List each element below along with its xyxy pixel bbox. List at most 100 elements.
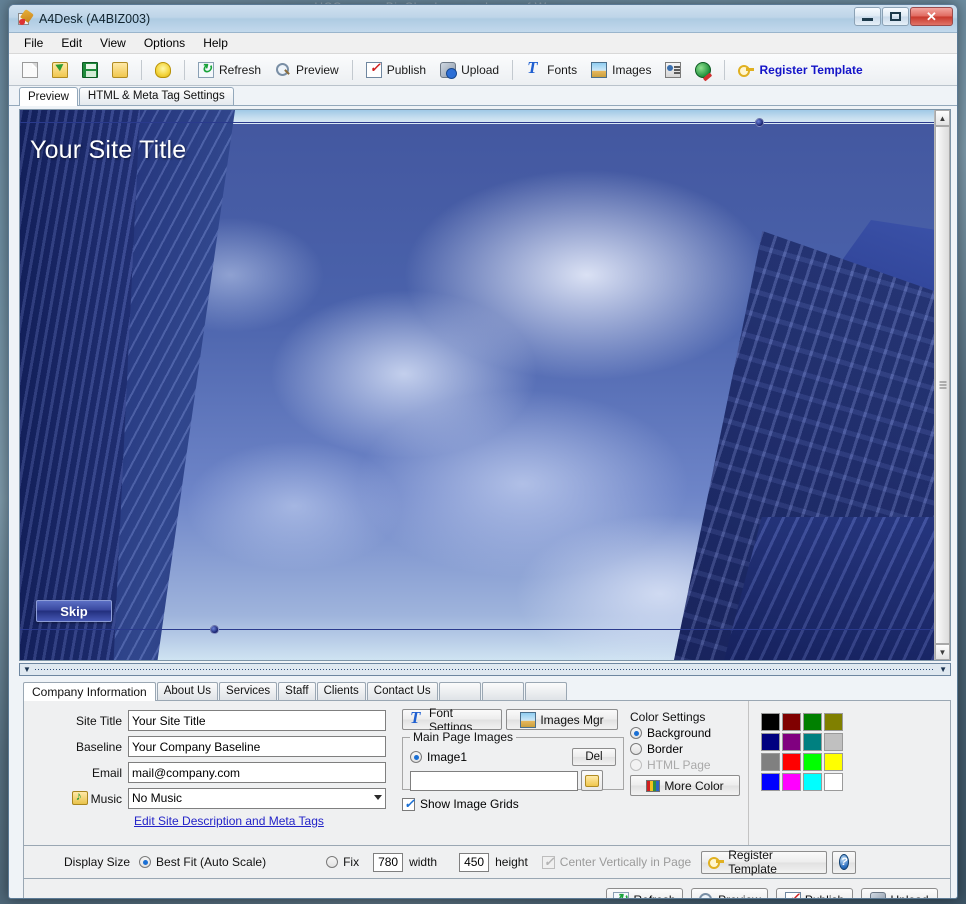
help-button[interactable]: ? <box>832 850 857 874</box>
swatch-yellow[interactable] <box>824 753 843 771</box>
section-tab-company-information[interactable]: Company Information <box>23 682 156 701</box>
scroll-down-button[interactable]: ▼ <box>935 644 950 660</box>
section-tab-empty-2[interactable] <box>481 682 524 700</box>
toolbar-register-template-button[interactable]: Register Template <box>731 57 869 83</box>
preview-canvas[interactable]: Your Site Title Skip <box>20 110 934 660</box>
swatch-maroon[interactable] <box>782 713 801 731</box>
toolbar-refresh-button[interactable]: Refresh <box>191 57 268 83</box>
maximize-button[interactable] <box>882 7 909 26</box>
tab-preview[interactable]: Preview <box>19 87 78 106</box>
swatch-black[interactable] <box>761 713 780 731</box>
splitter-collapse-left-icon[interactable]: ▼ <box>23 665 31 674</box>
toolbar-upload-label: Upload <box>461 62 500 77</box>
toolbar-upload-button[interactable]: Upload <box>433 57 506 83</box>
image1-radio[interactable] <box>410 751 422 763</box>
menu-view[interactable]: View <box>91 34 135 52</box>
panel-register-template-button[interactable]: Register Template <box>701 848 828 876</box>
open-file-button[interactable] <box>45 57 75 83</box>
publish-button[interactable]: Publish <box>776 887 853 898</box>
tab-html-meta-settings[interactable]: HTML & Meta Tag Settings <box>78 87 234 105</box>
music-row: Music No Music <box>24 788 396 809</box>
toolbar-preview-button[interactable]: Preview <box>268 57 346 83</box>
section-tab-staff[interactable]: Staff <box>278 682 316 700</box>
save-button[interactable] <box>75 57 105 83</box>
scroll-thumb[interactable] <box>935 126 950 644</box>
preview-vertical-scrollbar[interactable]: ▲ ▼ <box>934 110 950 660</box>
preview-icon-bottom <box>698 892 714 898</box>
grid-handle-top[interactable] <box>755 118 764 127</box>
section-tab-contact-us[interactable]: Contact Us <box>366 682 438 700</box>
toolbar-globe-button[interactable] <box>688 57 718 83</box>
tips-button[interactable] <box>148 57 178 83</box>
color-option-background[interactable]: Background <box>630 726 742 740</box>
width-input[interactable] <box>373 852 404 872</box>
toolbar-separator-4 <box>512 59 514 80</box>
center-vertically-checkbox <box>541 854 555 870</box>
menu-options[interactable]: Options <box>135 34 194 52</box>
minimize-button[interactable] <box>854 7 881 26</box>
upload-button[interactable]: Upload <box>861 887 938 898</box>
section-tab-services[interactable]: Services <box>219 682 278 700</box>
color-option-border[interactable]: Border <box>630 742 742 756</box>
menu-help[interactable]: Help <box>194 34 237 52</box>
email-input[interactable] <box>128 762 386 783</box>
refresh-button[interactable]: Refresh <box>606 887 683 898</box>
menu-edit[interactable]: Edit <box>52 34 91 52</box>
scroll-up-button[interactable]: ▲ <box>935 110 950 126</box>
show-image-grids-checkbox[interactable] <box>402 796 415 812</box>
toolbar-fonts-button[interactable]: Fonts <box>519 57 584 83</box>
swatch-white[interactable] <box>824 773 843 791</box>
images-mgr-button[interactable]: Images Mgr <box>506 709 618 730</box>
fix-radio[interactable] <box>326 856 339 868</box>
section-tab-about-us[interactable]: About Us <box>156 682 219 700</box>
section-tab-empty-1[interactable] <box>438 682 481 700</box>
skip-button[interactable]: Skip <box>36 600 112 622</box>
browse-image-button[interactable] <box>581 770 603 791</box>
section-tab-clients[interactable]: Clients <box>316 682 366 700</box>
color-swatch-pane <box>748 701 950 845</box>
delete-image-button[interactable]: Del <box>572 748 616 766</box>
swatch-gray[interactable] <box>761 753 780 771</box>
close-button[interactable]: ✕ <box>910 7 953 26</box>
toolbar-publish-button[interactable]: Publish <box>359 57 433 83</box>
swatch-silver[interactable] <box>824 733 843 751</box>
edit-meta-tags-link[interactable]: Edit Site Description and Meta Tags <box>134 814 324 828</box>
border-radio[interactable] <box>630 743 642 755</box>
maximize-icon <box>890 12 901 21</box>
preview-button[interactable]: Preview <box>691 887 768 898</box>
toolbar-images-button[interactable]: Images <box>584 57 658 83</box>
swatch-cyan[interactable] <box>803 773 822 791</box>
swatch-magenta[interactable] <box>782 773 801 791</box>
splitter-collapse-right-icon[interactable]: ▼ <box>939 665 947 674</box>
site-title-row: Site Title <box>24 710 396 731</box>
menu-file[interactable]: File <box>15 34 52 52</box>
swatch-purple[interactable] <box>782 733 801 751</box>
swatch-red[interactable] <box>782 753 801 771</box>
height-input[interactable] <box>459 852 490 872</box>
toolbar-contact-button[interactable] <box>658 57 688 83</box>
swatch-blue[interactable] <box>761 773 780 791</box>
swatch-olive[interactable] <box>824 713 843 731</box>
swatch-green[interactable] <box>803 713 822 731</box>
section-tab-empty-3[interactable] <box>524 682 567 700</box>
site-title-input[interactable] <box>128 710 386 731</box>
height-label: height <box>495 855 528 869</box>
grid-handle-bottom[interactable] <box>210 625 219 634</box>
more-color-button[interactable]: More Color <box>630 775 740 796</box>
image-path-input[interactable] <box>410 770 578 791</box>
panel-splitter[interactable]: ▼ ▼ <box>19 663 951 676</box>
music-select[interactable]: No Music <box>128 788 386 809</box>
swatch-navy[interactable] <box>761 733 780 751</box>
scroll-track[interactable] <box>935 126 950 644</box>
best-fit-radio[interactable] <box>139 856 152 868</box>
contact-card-icon <box>665 61 682 78</box>
swatch-teal[interactable] <box>803 733 822 751</box>
new-file-button[interactable] <box>15 57 45 83</box>
swatch-lime[interactable] <box>803 753 822 771</box>
folder-button[interactable] <box>105 57 135 83</box>
music-folder-icon <box>71 789 88 805</box>
baseline-input[interactable] <box>128 736 386 757</box>
font-settings-button[interactable]: Font Settings <box>402 706 502 734</box>
chevron-down-icon[interactable] <box>374 795 382 800</box>
background-radio[interactable] <box>630 727 642 739</box>
